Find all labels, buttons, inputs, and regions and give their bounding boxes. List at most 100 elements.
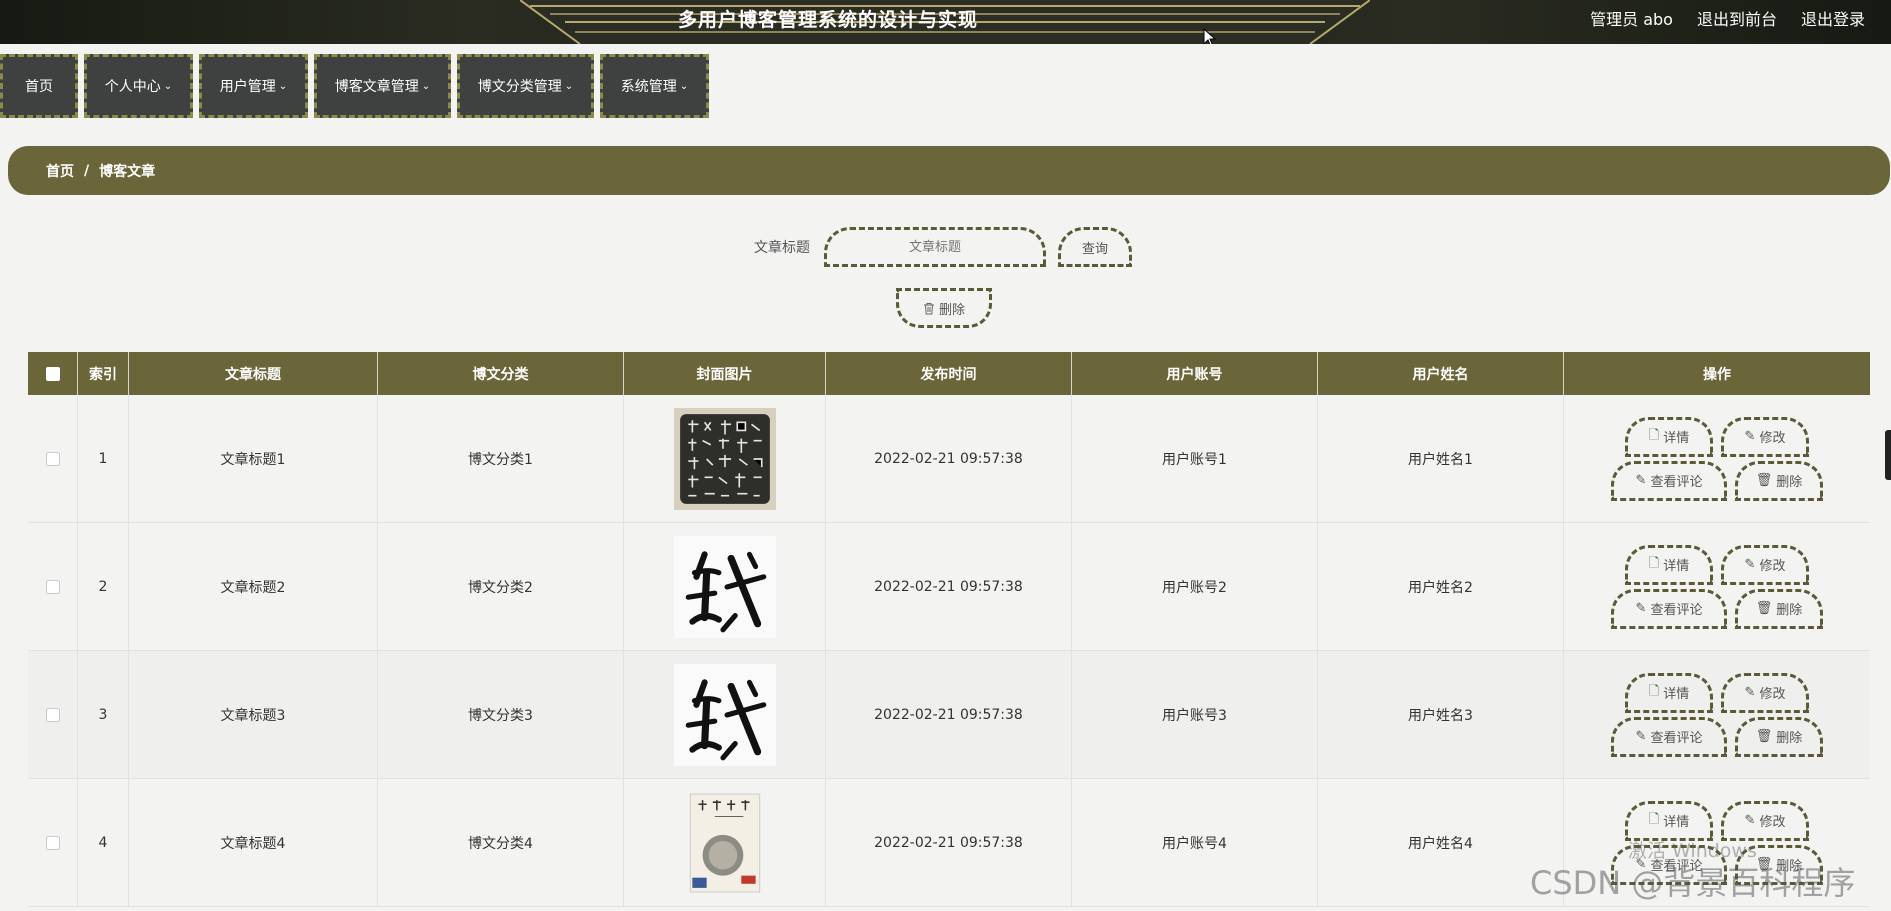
header-title: 文章标题 [129, 352, 378, 395]
row-select-cell [28, 395, 78, 522]
cover-image-rubbing [673, 407, 776, 510]
header-cover: 封面图片 [624, 352, 826, 395]
cover-image-calligraphy [673, 535, 776, 638]
detail-button[interactable]: 🗋 详情 [1625, 544, 1713, 585]
row-name: 用户姓名2 [1318, 523, 1564, 650]
breadcrumb-separator: / [84, 162, 90, 179]
view-comments-button[interactable]: ✎ 查看评论 [1611, 460, 1727, 501]
detail-label: 详情 [1663, 431, 1690, 446]
table-header-row: 索引 文章标题 博文分类 封面图片 发布时间 用户账号 用户姓名 操作 [28, 352, 1870, 395]
chevron-down-icon: ⌄ [163, 80, 173, 92]
back-to-frontend-link[interactable]: 退出到前台 [1697, 6, 1777, 30]
breadcrumb-home[interactable]: 首页 [46, 161, 74, 181]
search-label: 文章标题 [754, 240, 810, 256]
row-name: 用户姓名3 [1318, 651, 1564, 778]
title-search-input[interactable] [824, 227, 1046, 267]
nav-label: 博文分类管理 [477, 79, 562, 95]
trash-icon: 🗑 [1755, 601, 1773, 616]
row-cover-cell [624, 779, 826, 906]
scroll-handle[interactable] [1885, 430, 1891, 480]
header-actions: 管理员 abo 退出到前台 退出登录 [1590, 6, 1865, 30]
delete-label: 删除 [1776, 475, 1803, 490]
nav-blog-article-management[interactable]: 博客文章管理 ⌄ [314, 54, 451, 118]
row-checkbox[interactable] [45, 579, 60, 594]
header-account: 用户账号 [1072, 352, 1318, 395]
delete-button[interactable]: 🗑 删除 [1735, 460, 1823, 501]
header-actions: 操作 [1703, 366, 1731, 383]
pencil-icon: ✎ [1635, 473, 1647, 488]
detail-label: 详情 [1663, 815, 1690, 830]
edit-label: 修改 [1759, 431, 1786, 446]
nav-system-management[interactable]: 系统管理 ⌄ [600, 54, 709, 118]
row-title: 文章标题1 [129, 395, 378, 522]
header-select-all [28, 352, 78, 395]
logout-link[interactable]: 退出登录 [1801, 6, 1865, 30]
comments-label: 查看评论 [1650, 475, 1703, 490]
row-account: 用户账号3 [1072, 651, 1318, 778]
row-cover-cell [624, 395, 826, 522]
page-title: 多用户博客管理系统的设计与实现 [677, 9, 978, 31]
document-icon: 🗋 [1648, 683, 1660, 699]
detail-button[interactable]: 🗋 详情 [1625, 416, 1713, 457]
table-row: 1 文章标题1 博文分类1 2022-02-21 09:57:38 用户账号1 … [28, 395, 1870, 523]
detail-label: 详情 [1663, 559, 1690, 574]
delete-button[interactable]: 🗑 删除 [1735, 588, 1823, 629]
csdn-watermark: CSDN @背景百科程序 [1530, 864, 1856, 902]
query-button[interactable]: 查询 [1058, 227, 1132, 267]
row-checkbox[interactable] [45, 707, 60, 722]
chevron-down-icon: ⌄ [278, 80, 288, 92]
row-checkbox[interactable] [45, 835, 60, 850]
header-publish-time: 发布时间 [826, 352, 1072, 395]
trash-icon [923, 302, 934, 314]
edit-button[interactable]: ✎ 修改 [1721, 416, 1809, 457]
row-title: 文章标题4 [129, 779, 378, 906]
view-comments-button[interactable]: ✎ 查看评论 [1611, 716, 1727, 757]
row-publish-time: 2022-02-21 09:57:38 [826, 779, 1072, 906]
pencil-icon: ✎ [1635, 729, 1647, 744]
row-cover-cell [624, 523, 826, 650]
nav-personal-center[interactable]: 个人中心 ⌄ [84, 54, 193, 118]
breadcrumb: 首页 / 博客文章 [8, 146, 1890, 195]
row-publish-time: 2022-02-21 09:57:38 [826, 395, 1072, 522]
row-index: 2 [78, 523, 129, 650]
row-index: 4 [78, 779, 129, 906]
pencil-icon: ✎ [1744, 557, 1756, 572]
delete-label: 删除 [1776, 603, 1803, 618]
document-icon: 🗋 [1648, 555, 1660, 571]
row-name: 用户姓名4 [1318, 779, 1564, 906]
edit-button[interactable]: ✎ 修改 [1721, 800, 1809, 841]
edit-button[interactable]: ✎ 修改 [1721, 544, 1809, 585]
row-title: 文章标题3 [129, 651, 378, 778]
nav-category-management[interactable]: 博文分类管理 ⌄ [457, 54, 594, 118]
edit-label: 修改 [1759, 815, 1786, 830]
row-name: 用户姓名1 [1318, 395, 1564, 522]
row-actions: 🗋 详情 ✎ 修改 ✎ 查看评论 🗑 删除 [1564, 651, 1870, 778]
bulk-delete-button[interactable]: 删除 [896, 288, 992, 328]
row-category: 博文分类2 [378, 523, 624, 650]
row-actions: 🗋 详情 ✎ 修改 ✎ 查看评论 🗑 删除 [1564, 395, 1870, 522]
view-comments-button[interactable]: ✎ 查看评论 [1611, 588, 1727, 629]
nav-label: 用户管理 [219, 79, 276, 95]
select-all-checkbox[interactable] [45, 366, 60, 381]
nav-label: 首页 [25, 79, 53, 95]
top-header: 多用户博客管理系统的设计与实现 管理员 abo 退出到前台 退出登录 [0, 0, 1891, 44]
delete-button[interactable]: 🗑 删除 [1735, 716, 1823, 757]
cover-image-book [689, 793, 760, 892]
breadcrumb-current: 博客文章 [99, 163, 156, 180]
edit-button[interactable]: ✎ 修改 [1721, 672, 1809, 713]
header-index: 索引 [78, 352, 129, 395]
nav-home[interactable]: 首页 [0, 54, 78, 118]
row-account: 用户账号2 [1072, 523, 1318, 650]
row-actions: 🗋 详情 ✎ 修改 ✎ 查看评论 🗑 删除 [1564, 523, 1870, 650]
edit-label: 修改 [1759, 687, 1786, 702]
row-checkbox[interactable] [45, 451, 60, 466]
document-icon: 🗋 [1648, 811, 1660, 827]
detail-button[interactable]: 🗋 详情 [1625, 672, 1713, 713]
row-category: 博文分类4 [378, 779, 624, 906]
detail-label: 详情 [1663, 687, 1690, 702]
row-index: 1 [78, 395, 129, 522]
nav-user-management[interactable]: 用户管理 ⌄ [199, 54, 308, 118]
cover-image-calligraphy [673, 663, 776, 766]
row-account: 用户账号4 [1072, 779, 1318, 906]
detail-button[interactable]: 🗋 详情 [1625, 800, 1713, 841]
